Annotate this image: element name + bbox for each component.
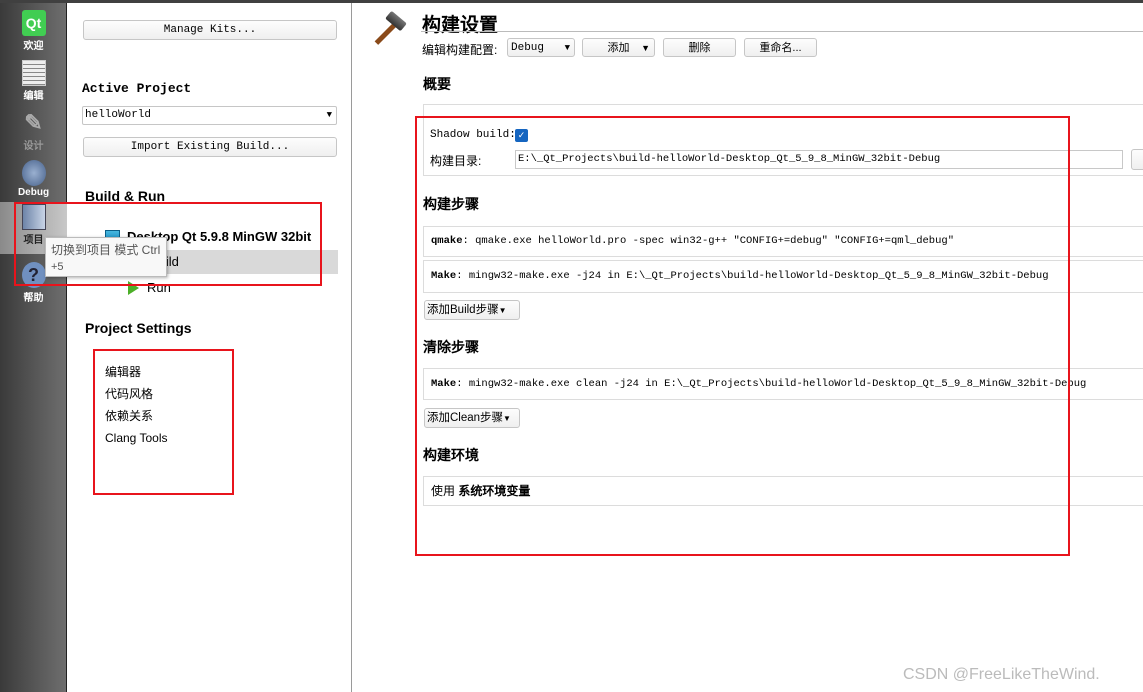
- title-divider: [421, 31, 1143, 32]
- design-icon: ✎: [24, 110, 43, 135]
- hammer-icon: [368, 10, 408, 52]
- qt-logo-icon: Qt: [21, 10, 46, 36]
- page-title: 构建设置: [422, 15, 499, 36]
- chevron-down-icon: ▼: [564, 43, 570, 53]
- highlight-box: [93, 349, 234, 495]
- mode-design[interactable]: ✎ 设计: [0, 108, 67, 156]
- project-settings-heading: Project Settings: [85, 320, 192, 336]
- mode-welcome[interactable]: Qt 欢迎: [0, 8, 67, 56]
- config-select[interactable]: Debug ▼: [507, 38, 575, 57]
- overview-heading: 概要: [423, 76, 451, 92]
- active-project-heading: Active Project: [82, 81, 192, 96]
- mode-edit[interactable]: 编辑: [0, 58, 67, 106]
- edit-config-label: 编辑构建配置:: [422, 43, 498, 57]
- add-config-button[interactable]: 添加 ▼: [582, 38, 655, 57]
- bug-icon: [21, 160, 46, 186]
- chevron-down-icon: ▼: [641, 43, 650, 53]
- delete-config-button[interactable]: 删除: [663, 38, 736, 57]
- browse-button[interactable]: [1131, 149, 1143, 170]
- highlight-box: [415, 116, 1070, 556]
- mode-sidebar: Qt 欢迎 编辑 ✎ 设计 Debug 项目 ? 帮助: [0, 3, 67, 692]
- manage-kits-button[interactable]: Manage Kits...: [83, 20, 337, 40]
- active-project-select[interactable]: helloWorld ▼: [82, 106, 337, 125]
- rename-config-button[interactable]: 重命名...: [744, 38, 817, 57]
- edit-document-icon: [21, 60, 46, 86]
- import-existing-build-button[interactable]: Import Existing Build...: [83, 137, 337, 157]
- watermark: CSDN @FreeLikeTheWind.: [903, 666, 1100, 683]
- chevron-down-icon: ▼: [326, 110, 332, 120]
- highlight-box: [14, 202, 322, 286]
- mode-debug[interactable]: Debug: [0, 158, 67, 206]
